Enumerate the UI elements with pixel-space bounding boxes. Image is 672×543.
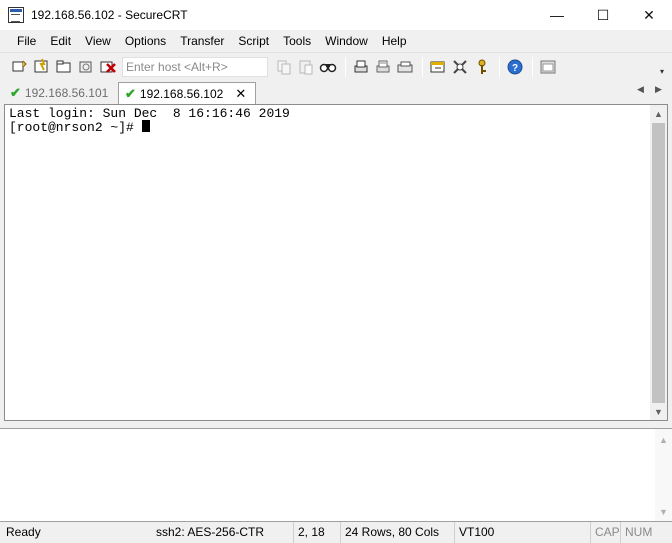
scroll-up-icon[interactable]: ▲ xyxy=(655,431,672,448)
scroll-down-icon[interactable]: ▼ xyxy=(655,503,672,520)
close-button[interactable]: ✕ xyxy=(626,0,672,30)
help-icon[interactable]: ? xyxy=(505,57,525,77)
status-emulation: VT100 xyxy=(454,522,494,543)
tab-session-102[interactable]: ✔ 192.168.56.102 ✕ xyxy=(118,82,256,104)
toolbar: ? ▾ xyxy=(0,52,672,80)
global-options-icon[interactable] xyxy=(450,57,470,77)
menu-transfer[interactable]: Transfer xyxy=(173,30,231,52)
scroll-down-icon[interactable]: ▼ xyxy=(650,403,667,420)
title-bar: 192.168.56.102 - SecureCRT — ☐ ✕ xyxy=(0,0,672,30)
status-ready: Ready xyxy=(6,525,41,539)
connected-check-icon: ✔ xyxy=(125,85,136,101)
window-title: 192.168.56.102 - SecureCRT xyxy=(31,8,188,22)
terminal-scrollbar[interactable]: ▲ ▼ xyxy=(650,105,667,420)
connected-check-icon: ✔ xyxy=(10,85,21,100)
enter-host-input[interactable] xyxy=(122,56,268,77)
toolbar-separator xyxy=(499,56,500,77)
tab-label: 192.168.56.101 xyxy=(24,86,109,100)
tab-scroll-left-icon[interactable]: ◀ xyxy=(637,84,644,95)
scroll-up-icon[interactable]: ▲ xyxy=(650,105,667,122)
menu-view[interactable]: View xyxy=(78,30,118,52)
status-dimensions: 24 Rows, 80 Cols xyxy=(340,522,439,543)
menu-window[interactable]: Window xyxy=(318,30,375,52)
terminal-cursor xyxy=(141,120,150,132)
menu-file[interactable]: File xyxy=(10,30,43,52)
session-tab-bar: ✔ 192.168.56.101 ✔ 192.168.56.102 ✕ ◀ ▶ xyxy=(0,80,672,104)
paste-icon[interactable] xyxy=(296,57,316,77)
print-icon[interactable] xyxy=(351,57,371,77)
maximize-button[interactable]: ☐ xyxy=(580,0,626,30)
status-cipher: ssh2: AES-256-CTR xyxy=(156,525,265,539)
command-window[interactable]: ▲ ▼ xyxy=(0,428,672,522)
connect-in-tab-icon[interactable] xyxy=(54,57,74,77)
print-selection-icon[interactable] xyxy=(373,57,393,77)
terminal-line-prompt: [root@nrson2 ~]# xyxy=(9,120,142,135)
tab-scroll-right-icon[interactable]: ▶ xyxy=(655,84,662,95)
securecrt-app-icon[interactable] xyxy=(8,7,24,23)
command-window-scrollbar[interactable]: ▲ ▼ xyxy=(655,429,672,521)
minimize-button[interactable]: — xyxy=(534,0,580,30)
tab-close-icon[interactable]: ✕ xyxy=(235,86,246,102)
terminal-window[interactable]: Last login: Sun Dec 8 16:16:46 2019 [roo… xyxy=(4,104,668,421)
status-cursor-position: 2, 18 xyxy=(293,522,325,543)
copy-icon[interactable] xyxy=(274,57,294,77)
tab-label: 192.168.56.102 xyxy=(139,86,224,101)
scrollbar-thumb[interactable] xyxy=(652,123,665,403)
disconnect-icon[interactable] xyxy=(98,57,118,77)
menu-help[interactable]: Help xyxy=(375,30,414,52)
reconnect-icon[interactable] xyxy=(76,57,96,77)
menu-options[interactable]: Options xyxy=(118,30,173,52)
window-controls: — ☐ ✕ xyxy=(534,0,672,30)
find-icon[interactable] xyxy=(318,57,338,77)
status-caps-lock: CAP xyxy=(590,522,620,543)
quick-connect-icon[interactable] xyxy=(32,57,52,77)
status-num-lock: NUM xyxy=(620,522,652,543)
sftp-icon[interactable] xyxy=(538,57,558,77)
toolbar-overflow-icon[interactable]: ▾ xyxy=(660,67,668,76)
print-setup-icon[interactable] xyxy=(395,57,415,77)
session-options-icon[interactable] xyxy=(428,57,448,77)
toolbar-separator xyxy=(532,56,533,77)
menu-script[interactable]: Script xyxy=(231,30,276,52)
connect-icon[interactable] xyxy=(10,57,30,77)
toolbar-separator xyxy=(345,56,346,77)
status-bar: Ready ssh2: AES-256-CTR 2, 18 24 Rows, 8… xyxy=(0,522,672,543)
menu-edit[interactable]: Edit xyxy=(43,30,78,52)
terminal-output: Last login: Sun Dec 8 16:16:46 2019 [roo… xyxy=(9,107,290,134)
svg-text:?: ? xyxy=(512,63,518,74)
toolbar-separator xyxy=(422,56,423,77)
terminal-line-login: Last login: Sun Dec 8 16:16:46 2019 xyxy=(9,106,290,121)
keymap-icon[interactable] xyxy=(472,57,492,77)
menu-tools[interactable]: Tools xyxy=(276,30,318,52)
tab-session-101[interactable]: ✔ 192.168.56.101 xyxy=(4,82,118,104)
menu-bar: File Edit View Options Transfer Script T… xyxy=(0,30,672,52)
